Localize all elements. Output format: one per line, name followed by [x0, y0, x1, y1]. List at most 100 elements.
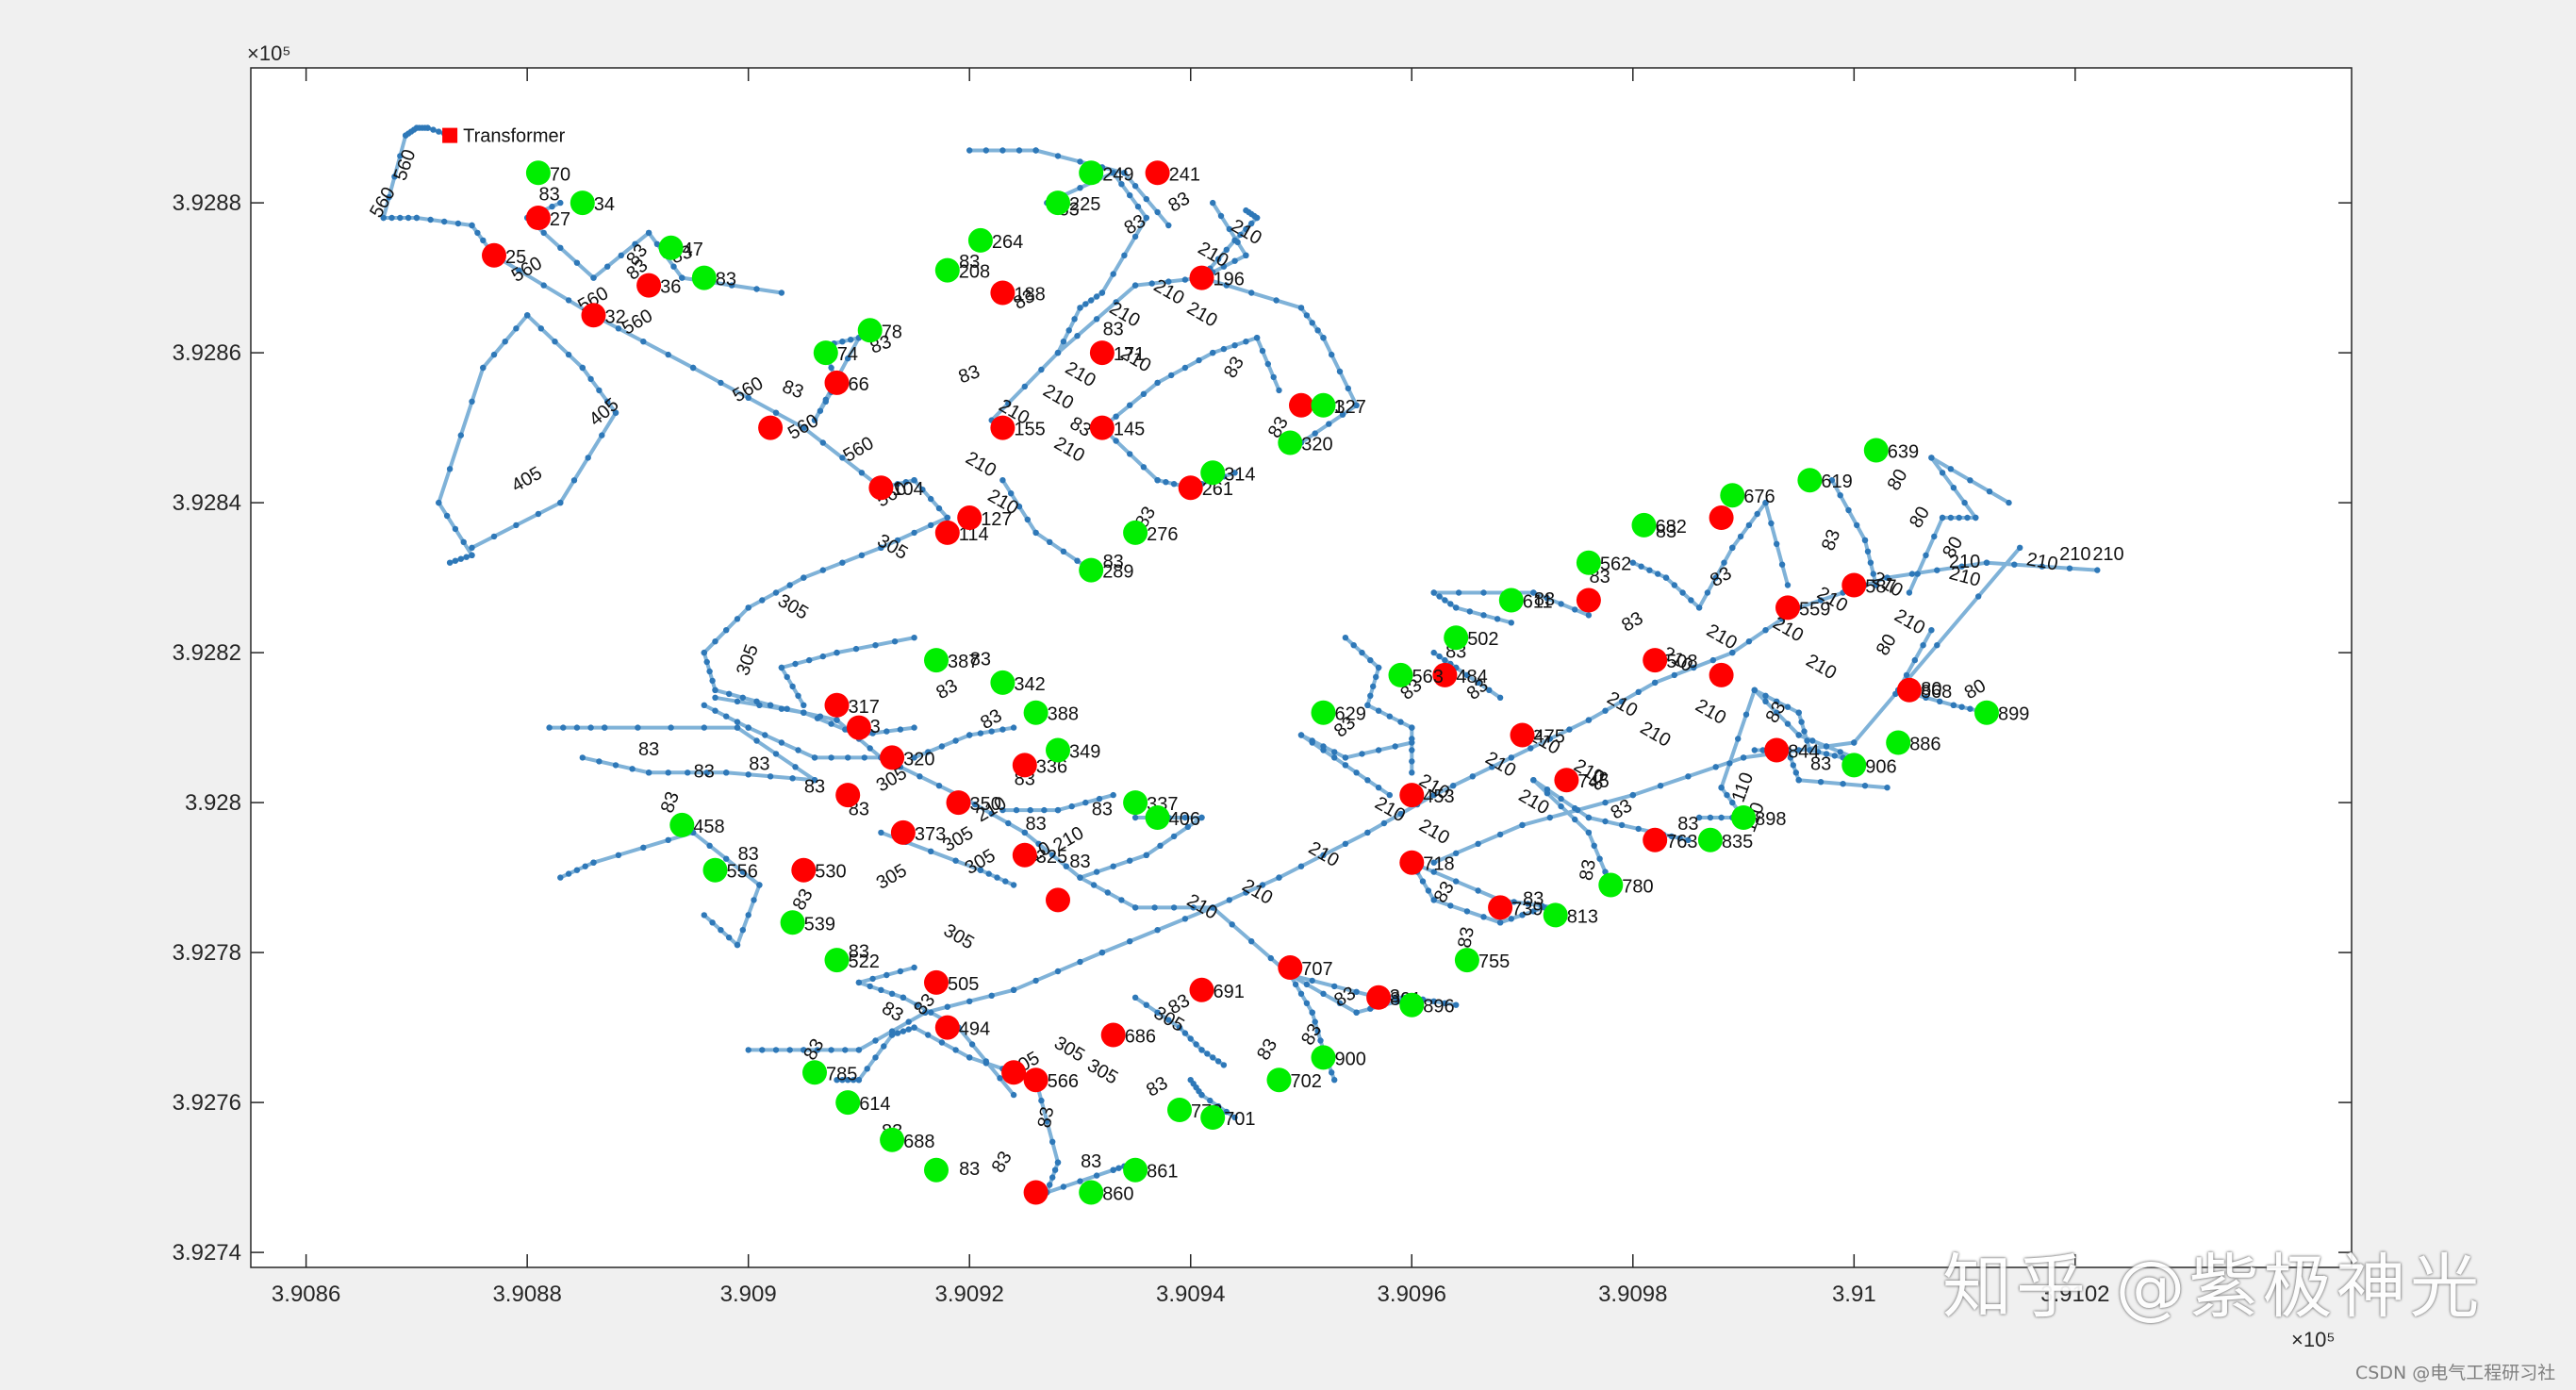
node-dot	[1469, 773, 1477, 780]
node-dot	[1947, 514, 1955, 521]
node-dot	[668, 724, 674, 731]
node-dot	[1718, 785, 1725, 791]
node-dot	[726, 935, 733, 941]
node-dot	[1375, 785, 1382, 791]
node-dot	[1494, 616, 1501, 622]
node-dot	[1049, 1138, 1056, 1146]
node-dot	[596, 758, 603, 765]
node-dot	[446, 559, 454, 566]
red-node	[1289, 392, 1313, 418]
node-dot	[819, 653, 826, 660]
node-dot	[1010, 724, 1017, 731]
node-dot	[1367, 692, 1374, 699]
green-node-label: 78	[882, 322, 902, 342]
node-dot	[1906, 589, 1913, 596]
node-dot	[1220, 1062, 1228, 1068]
node-dot	[828, 1047, 834, 1053]
node-dot	[1187, 1035, 1194, 1042]
node-dot	[1131, 282, 1139, 289]
red-node	[868, 475, 894, 501]
node-dot	[1447, 601, 1454, 607]
node-dot	[1453, 604, 1460, 611]
node-dot	[1920, 642, 1926, 649]
node-dot	[1027, 806, 1033, 814]
red-node	[824, 370, 850, 395]
red-node	[846, 715, 871, 740]
green-node-label: 522	[849, 951, 880, 972]
node-dot	[1243, 252, 1249, 258]
node-dot	[1845, 506, 1852, 514]
node-dot	[1314, 327, 1321, 334]
node-dot	[966, 732, 973, 738]
node-dot	[1914, 571, 1921, 577]
node-dot	[452, 557, 459, 564]
red-node	[990, 280, 1016, 306]
node-dot	[723, 627, 730, 634]
node-dot	[1774, 540, 1780, 547]
red-node	[1764, 737, 1790, 763]
node-dot	[1508, 620, 1515, 626]
node-dot	[935, 783, 943, 789]
green-node	[1046, 737, 1070, 763]
node-dot	[1908, 571, 1916, 577]
node-dot	[828, 720, 834, 727]
node-dot	[723, 769, 730, 776]
node-dot	[1903, 671, 1910, 679]
node-dot	[1329, 1069, 1335, 1076]
x-tick-label: 3.91	[1832, 1282, 1876, 1307]
node-dot	[1566, 726, 1573, 733]
green-node	[835, 1090, 861, 1116]
node-dot	[883, 728, 890, 735]
node-dot	[1264, 360, 1272, 368]
node-dot	[1049, 1174, 1056, 1181]
node-dot	[712, 707, 718, 714]
node-dot	[1768, 520, 1775, 527]
node-dot	[1231, 257, 1238, 264]
green-node	[813, 340, 838, 366]
node-dot	[928, 848, 934, 854]
node-dot	[480, 364, 487, 372]
node-dot	[1792, 769, 1800, 776]
green-node-label: 34	[594, 194, 615, 215]
node-dot	[1928, 627, 1935, 634]
green-node-label: 906	[1865, 756, 1896, 777]
y-tick-label: 3.9288	[173, 190, 241, 216]
node-dot	[759, 1047, 766, 1053]
green-node	[934, 257, 960, 283]
node-dot	[1840, 781, 1846, 787]
node-dot	[867, 745, 873, 752]
green-node-label: 289	[1102, 562, 1133, 583]
node-dot	[540, 282, 547, 289]
node-dot	[1353, 1009, 1360, 1016]
red-node-label: 559	[1799, 599, 1830, 620]
node-dot	[1074, 333, 1081, 339]
node-dot	[469, 544, 475, 551]
node-dot	[1154, 208, 1161, 216]
red-node-label: 188	[1014, 285, 1045, 306]
x-tick-label: 3.9094	[1156, 1282, 1225, 1307]
node-dot	[1077, 958, 1083, 966]
node-dot	[1436, 653, 1443, 660]
node-dot	[1326, 421, 1332, 427]
node-dot	[745, 912, 751, 918]
red-node-label: 36	[660, 277, 681, 298]
node-dot	[1276, 874, 1282, 881]
node-dot	[579, 364, 586, 372]
node-dot	[1331, 754, 1338, 761]
node-dot	[1154, 477, 1161, 484]
node-dot	[999, 726, 1006, 733]
node-dot	[645, 229, 652, 237]
red-node	[990, 415, 1016, 440]
node-dot	[1032, 147, 1039, 154]
node-dot	[565, 351, 572, 358]
node-dot	[855, 979, 863, 986]
node-dot	[430, 126, 437, 133]
green-node	[824, 948, 850, 973]
node-dot	[1867, 559, 1874, 566]
green-node-label: 835	[1722, 832, 1753, 852]
node-dot	[1077, 1178, 1083, 1184]
node-dot	[872, 1054, 879, 1061]
green-node-label: 208	[959, 262, 990, 283]
green-node	[1388, 662, 1413, 687]
red-node-label: 350	[970, 794, 1001, 815]
